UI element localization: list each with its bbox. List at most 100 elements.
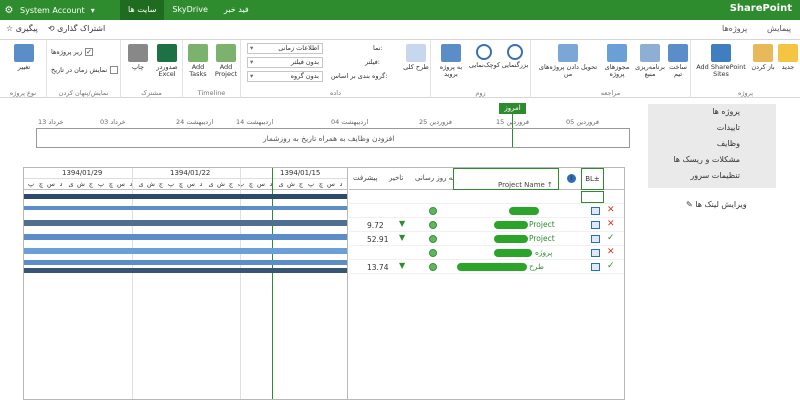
ribbon: جدید باز کردن Add SharePoint Sites پروژه… xyxy=(0,40,800,98)
selected-cell[interactable] xyxy=(581,191,604,203)
scroll-to-button[interactable]: به پروژه بروید xyxy=(435,44,467,78)
suite-link-skydrive[interactable]: SkyDrive xyxy=(164,0,216,20)
document-icon[interactable] xyxy=(591,263,600,271)
zoom-out-button[interactable]: کوچک‌نمایی xyxy=(469,44,500,69)
gantt-bar[interactable] xyxy=(24,248,347,254)
add-tasks-button[interactable]: Add Tasks xyxy=(185,44,211,78)
new-button[interactable]: جدید xyxy=(777,44,799,71)
change-button[interactable]: تغییر xyxy=(12,44,36,71)
status-dot-icon xyxy=(429,249,437,257)
project-name-link[interactable]: Project xyxy=(529,220,555,229)
group-project: جدید باز کردن Add SharePoint Sites پروژه xyxy=(690,40,800,98)
table-row[interactable]: 13.74 ▼ طرح ✓ xyxy=(349,260,624,274)
view-label: نما: xyxy=(373,44,383,52)
col-delay[interactable]: تاخیر xyxy=(389,174,403,182)
edit-links[interactable]: ✎ ویرایش لینک ها xyxy=(686,200,747,209)
gantt-day: د xyxy=(269,180,273,188)
table-row[interactable]: 52.91 ▼ Project ✓ xyxy=(349,232,624,246)
gantt-day: س xyxy=(187,180,195,188)
brand-logo: SharePoint xyxy=(729,3,792,14)
build-team-button[interactable]: ساخت تیم xyxy=(667,44,689,78)
tab-browse[interactable]: پیمایش xyxy=(767,24,791,33)
filter-select[interactable]: بدون فیلتر xyxy=(247,57,323,68)
time-date-checkbox[interactable]: نمایش زمان در تاریخ xyxy=(51,66,119,74)
print-button[interactable]: چاپ xyxy=(125,44,151,71)
document-icon[interactable] xyxy=(591,207,600,215)
project-name-link[interactable]: Project xyxy=(529,234,555,243)
gantt-day: ش xyxy=(287,180,295,188)
info-icon: i xyxy=(567,174,576,183)
gantt-day: س xyxy=(117,180,125,188)
gantt-day: پ xyxy=(307,180,315,188)
gantt-day: س xyxy=(47,180,55,188)
today-marker: امروز xyxy=(499,103,526,114)
gantt-day: ش xyxy=(77,180,85,188)
table-row[interactable]: پروژه ✕ xyxy=(349,246,624,260)
view-select[interactable]: اطلاعات زمانی xyxy=(247,43,323,54)
project-perms-button[interactable]: مجوزهای پروژه xyxy=(601,44,633,78)
gantt-bar[interactable] xyxy=(24,220,347,226)
quicklaunch-projects[interactable]: پروژه ها xyxy=(648,104,776,120)
quicklaunch-approvals[interactable]: تاییدات xyxy=(648,120,776,136)
table-row[interactable] xyxy=(349,190,624,204)
gantt-bar[interactable] xyxy=(24,194,347,199)
account-area[interactable]: ⚙ System Account ▾ xyxy=(4,0,95,20)
gantt-bar[interactable] xyxy=(24,260,347,265)
col-bl[interactable]: BL± xyxy=(581,168,604,190)
add-project-button[interactable]: Add Project xyxy=(213,44,239,78)
suite-links: سایت ها SkyDrive فید خبر xyxy=(120,0,257,20)
table-row[interactable]: 9.72 ▼ Project ✕ xyxy=(349,218,624,232)
gantt-bar[interactable] xyxy=(24,234,347,240)
col-updated[interactable]: به روز رسانی xyxy=(415,174,454,182)
check-in-icon xyxy=(558,44,578,62)
document-icon[interactable] xyxy=(591,249,600,257)
timeline-box[interactable]: افزودن وظایف به همراه تاریخ به روزشمار xyxy=(36,128,630,148)
zoom-in-button[interactable]: بزرگنمایی xyxy=(501,44,529,69)
redacted-name xyxy=(494,221,528,229)
project-name-link[interactable]: طرح xyxy=(529,262,544,271)
open-button[interactable]: باز کردن xyxy=(751,44,775,71)
col-progress[interactable]: پیشرفت xyxy=(353,174,377,182)
document-icon[interactable] xyxy=(591,235,600,243)
table-row[interactable]: ✕ xyxy=(349,204,624,218)
group-label: مشترک xyxy=(141,89,162,97)
team-icon xyxy=(668,44,688,62)
group-label: نوع پروژه xyxy=(9,89,37,97)
gantt-bar[interactable] xyxy=(24,268,347,273)
gantt-day: ج xyxy=(88,180,94,188)
gantt-day: د xyxy=(339,180,343,188)
follow-button[interactable]: ☆ پیگیری xyxy=(6,24,38,33)
subprojects-checkbox[interactable]: زیر پروژه‌ها ✓ xyxy=(51,48,94,56)
add-sites-button[interactable]: Add SharePoint Sites xyxy=(693,44,749,78)
quicklaunch-issues[interactable]: مشکلات و ریسک ها xyxy=(648,152,776,168)
account-name[interactable]: System Account xyxy=(20,6,85,15)
timeline-date: خرداد 03 xyxy=(100,118,126,126)
filter-label: فیلتر: xyxy=(365,58,380,66)
export-excel-button[interactable]: صدوردر Excel xyxy=(153,44,181,78)
project-name-link[interactable]: پروژه xyxy=(535,248,552,257)
group-data: طرح کلی نما: فیلتر: گروه بندی بر اساس: ا… xyxy=(240,40,430,98)
share-button[interactable]: ⟲ اشتراک گذاری xyxy=(48,24,105,33)
resource-plan-button[interactable]: برنامه‌ریزی منبع xyxy=(635,44,665,78)
suite-link-newsfeed[interactable]: فید خبر xyxy=(216,0,257,20)
status-dot-icon xyxy=(429,207,437,215)
suite-link-sites[interactable]: سایت ها xyxy=(120,0,165,20)
document-icon[interactable] xyxy=(591,221,600,229)
group-label: مراجعه xyxy=(600,89,621,97)
gantt-today-line xyxy=(272,168,273,399)
gear-icon[interactable]: ⚙ xyxy=(4,5,14,16)
gantt-day: پ xyxy=(27,180,35,188)
gantt-bar[interactable] xyxy=(24,206,347,210)
gantt-week-divider xyxy=(240,168,241,399)
suite-bar: ⚙ System Account ▾ سایت ها SkyDrive فید … xyxy=(0,0,800,20)
quicklaunch-tasks[interactable]: وظایف xyxy=(648,136,776,152)
col-project-name[interactable]: Project Name ↑ xyxy=(453,168,559,190)
group-select[interactable]: بدون گروه xyxy=(247,71,323,82)
check-in-button[interactable]: تحویل دادن پروژه‌های من xyxy=(537,44,599,78)
quicklaunch-server-settings[interactable]: تنظیمات سرور xyxy=(648,168,776,184)
outline-button[interactable]: طرح کلی xyxy=(403,44,429,71)
gantt-week: 1394/01/22 xyxy=(170,169,211,177)
status-icon: ✕ xyxy=(607,219,615,229)
group-share: صدوردر Excel چاپ مشترک xyxy=(120,40,182,98)
tab-projects[interactable]: پروژه‌ها xyxy=(722,24,747,33)
